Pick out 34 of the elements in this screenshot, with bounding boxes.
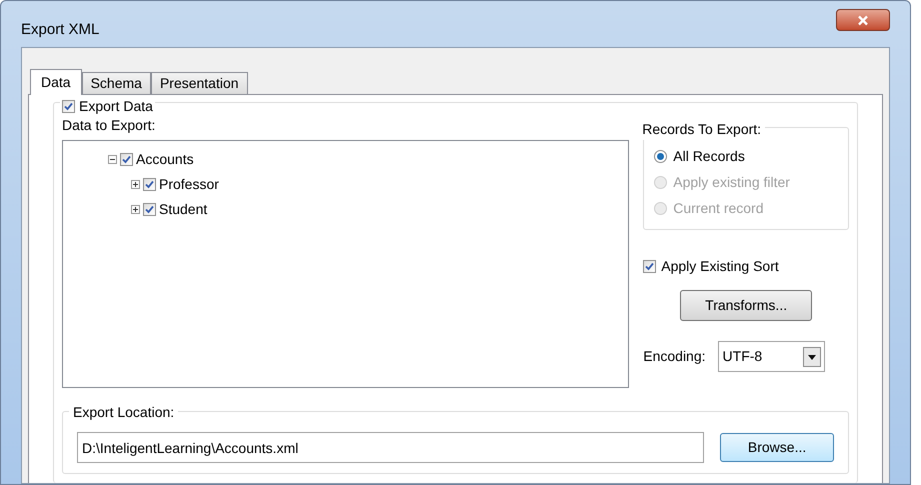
checkmark-icon xyxy=(145,205,154,214)
expand-icon[interactable] xyxy=(131,180,140,189)
checkbox[interactable] xyxy=(120,153,133,166)
radio-button[interactable] xyxy=(654,150,668,163)
dropdown-value: UTF-8 xyxy=(722,347,762,366)
close-button[interactable] xyxy=(836,9,890,31)
checkmark-icon xyxy=(64,102,73,111)
tab[interactable]: Schema xyxy=(82,72,151,94)
checkmark-icon xyxy=(145,180,154,189)
checkbox[interactable] xyxy=(643,260,656,273)
tree-item[interactable]: Professor xyxy=(159,174,219,195)
checkbox-label[interactable]: Export Data xyxy=(79,96,153,117)
tree-view[interactable]: Accounts Professor Student xyxy=(62,140,630,388)
checkbox-label[interactable]: Apply Existing Sort xyxy=(661,256,779,277)
expand-icon[interactable] xyxy=(131,205,140,214)
checkbox[interactable] xyxy=(143,203,156,216)
close-icon xyxy=(857,14,869,26)
section-label: Data to Export: xyxy=(62,116,156,135)
export-location-field[interactable]: D:\InteligentLearning\Accounts.xml xyxy=(77,432,704,463)
radio-label[interactable]: All Records xyxy=(673,146,745,167)
browse-button[interactable]: Browse... xyxy=(720,433,834,462)
checkbox[interactable] xyxy=(62,100,75,113)
tree-item[interactable]: Accounts xyxy=(136,149,194,170)
encoding-dropdown[interactable]: UTF-8 xyxy=(718,341,825,372)
transforms-button[interactable]: Transforms... xyxy=(680,290,812,321)
collapse-icon[interactable] xyxy=(108,155,117,164)
checkbox[interactable] xyxy=(143,178,156,191)
tree-item[interactable]: Student xyxy=(159,199,208,220)
tab[interactable]: Presentation xyxy=(150,72,248,94)
field-label: Encoding: xyxy=(643,347,706,366)
checkmark-icon xyxy=(645,262,654,271)
window-title: Export XML xyxy=(21,20,100,40)
tab[interactable]: Data xyxy=(30,69,82,95)
checkmark-icon xyxy=(122,155,131,164)
